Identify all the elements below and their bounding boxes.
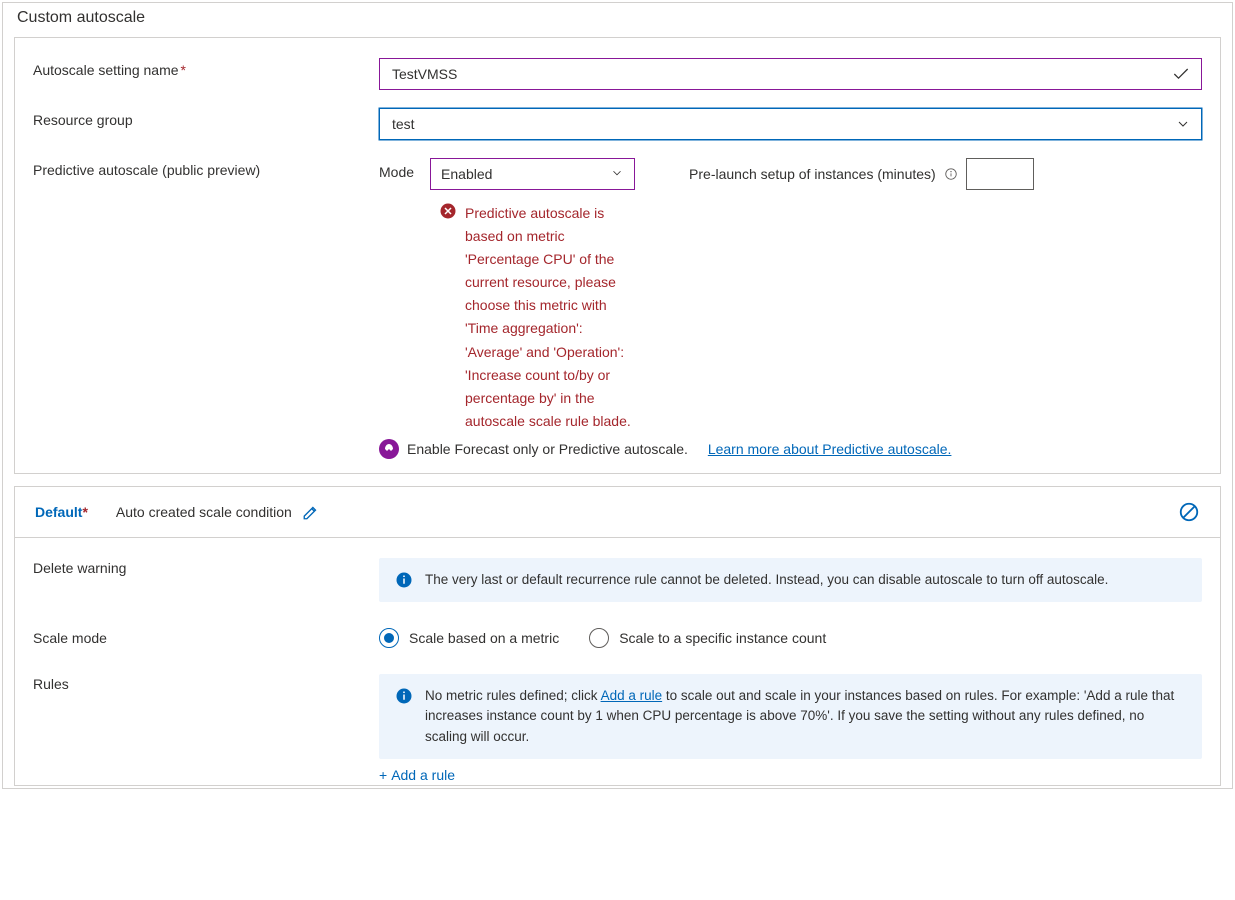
radio-icon-selected — [379, 628, 399, 648]
row-delete-warning: Delete warning The very last or default … — [33, 558, 1202, 602]
pencil-icon[interactable] — [302, 503, 320, 521]
info-icon — [395, 687, 413, 705]
label-scale-mode: Scale mode — [33, 628, 379, 646]
add-rule-link[interactable]: + Add a rule — [379, 767, 455, 783]
label-setting-name: Autoscale setting name* — [33, 58, 379, 78]
forecast-text: Enable Forecast only or Predictive autos… — [407, 441, 688, 457]
radio-count-label: Scale to a specific instance count — [619, 630, 826, 646]
prelaunch-group: Pre-launch setup of instances (minutes) — [689, 158, 1034, 190]
prelaunch-input[interactable] — [966, 158, 1034, 190]
error-message: Predictive autoscale is based on metric … — [439, 202, 1202, 433]
plus-icon: + — [379, 767, 387, 783]
custom-autoscale-panel: Custom autoscale Autoscale setting name*… — [2, 2, 1233, 789]
autoscale-settings-box: Autoscale setting name* Resource group — [14, 37, 1221, 474]
row-predictive: Predictive autoscale (public preview) Mo… — [33, 158, 1202, 459]
condition-subtitle: Auto created scale condition — [116, 504, 292, 520]
chevron-down-icon — [610, 166, 624, 183]
condition-body: Delete warning The very last or default … — [15, 538, 1220, 785]
scale-condition-box: Default* Auto created scale condition De… — [14, 486, 1221, 786]
forecast-hint: Enable Forecast only or Predictive autos… — [379, 439, 1202, 459]
forecast-learn-more-link[interactable]: Learn more about Predictive autoscale. — [708, 441, 952, 457]
setting-name-input-wrap[interactable] — [379, 58, 1202, 90]
mode-value: Enabled — [441, 166, 492, 182]
label-predictive: Predictive autoscale (public preview) — [33, 158, 379, 178]
resource-group-value[interactable] — [390, 115, 1175, 133]
radio-icon — [589, 628, 609, 648]
rules-callout-text: No metric rules defined; click Add a rul… — [425, 686, 1186, 747]
row-rules: Rules No metric rules defined; click Add… — [33, 674, 1202, 783]
rocket-icon — [379, 439, 399, 459]
label-prelaunch: Pre-launch setup of instances (minutes) — [689, 166, 936, 182]
info-icon[interactable] — [944, 167, 958, 181]
panel-title: Custom autoscale — [3, 3, 1232, 37]
row-resource-group: Resource group — [33, 108, 1202, 140]
label-rules: Rules — [33, 674, 379, 692]
row-scale-mode: Scale mode Scale based on a metric Scale… — [33, 628, 1202, 648]
condition-header: Default* Auto created scale condition — [15, 487, 1220, 538]
check-icon — [1171, 64, 1191, 84]
radio-scale-count[interactable]: Scale to a specific instance count — [589, 628, 826, 648]
delete-warning-text: The very last or default recurrence rule… — [425, 570, 1108, 590]
row-setting-name: Autoscale setting name* — [33, 58, 1202, 90]
chevron-down-icon — [1175, 116, 1191, 132]
label-delete-warning: Delete warning — [33, 558, 379, 576]
delete-warning-callout: The very last or default recurrence rule… — [379, 558, 1202, 602]
ban-icon[interactable] — [1178, 501, 1200, 523]
radio-scale-metric[interactable]: Scale based on a metric — [379, 628, 559, 648]
resource-group-select[interactable] — [379, 108, 1202, 140]
condition-default-label: Default* — [35, 504, 88, 520]
setting-name-input[interactable] — [390, 65, 1171, 83]
scale-mode-radios: Scale based on a metric Scale to a speci… — [379, 628, 1202, 648]
label-setting-name-text: Autoscale setting name — [33, 62, 179, 78]
add-rule-label: Add a rule — [391, 767, 455, 783]
radio-metric-label: Scale based on a metric — [409, 630, 559, 646]
required-star: * — [181, 62, 186, 78]
rules-text-pre: No metric rules defined; click — [425, 688, 601, 703]
mode-dropdown[interactable]: Enabled — [430, 158, 635, 190]
label-resource-group: Resource group — [33, 108, 379, 128]
error-icon — [439, 202, 457, 220]
add-a-rule-inline-link[interactable]: Add a rule — [601, 688, 663, 703]
label-mode: Mode — [379, 158, 414, 180]
info-icon — [395, 571, 413, 589]
condition-default-text: Default — [35, 504, 82, 520]
required-star: * — [82, 504, 87, 520]
rules-callout: No metric rules defined; click Add a rul… — [379, 674, 1202, 759]
error-text: Predictive autoscale is based on metric … — [465, 202, 640, 433]
